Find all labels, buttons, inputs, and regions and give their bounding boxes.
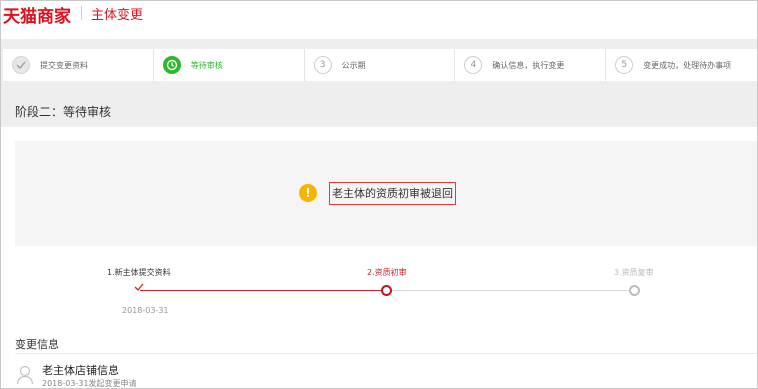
stage-title: 阶段二：等待审核 xyxy=(15,105,112,119)
tmall-logo[interactable]: 天猫商家 xyxy=(3,2,71,27)
step-label: 确认信息，执行变更 xyxy=(492,60,565,70)
notice-text: 老主体的资质初审被退回 xyxy=(329,182,456,205)
progress-check-icon xyxy=(134,283,144,294)
progress-node-pending xyxy=(629,285,640,296)
step-bar: 提交变更资料 等待审核 3 公示期 4 确认信息，执行变更 5 变更成功，处理待… xyxy=(3,49,757,81)
section-divider xyxy=(15,353,757,354)
store-name[interactable]: 老主体店铺信息 xyxy=(42,362,119,378)
step-number: 3 xyxy=(313,56,332,74)
progress-node-active xyxy=(381,285,392,296)
user-icon xyxy=(16,365,34,385)
step-success: 5 变更成功，处理待办事项 xyxy=(606,49,757,81)
step-confirm: 4 确认信息，执行变更 xyxy=(455,49,607,81)
section-title: 变更信息 xyxy=(15,338,59,351)
progress-label-initial-review: 2.资质初审 xyxy=(367,268,407,277)
header: 天猫商家 主体变更 xyxy=(1,1,757,39)
page-frame: 天猫商家 主体变更 提交变更资料 等待审核 3 公示期 4 确认信息，执行变更 … xyxy=(0,0,758,389)
step-review: 等待审核 xyxy=(154,49,305,81)
warning-icon: ! xyxy=(299,184,317,202)
step-label: 等待审核 xyxy=(190,60,223,70)
clock-icon xyxy=(162,56,181,74)
step-publicity: 3 公示期 xyxy=(305,49,456,81)
progress-date: 2018-03-31 xyxy=(122,306,169,315)
progress-label-submit: 1.新主体提交资料 xyxy=(107,268,171,277)
step-label: 公示期 xyxy=(341,60,366,70)
step-submit: 提交变更资料 xyxy=(3,49,154,81)
progress-line-completed xyxy=(140,290,386,291)
store-subtitle: 2018-03-31发起变更申请 xyxy=(42,379,137,388)
progress-label-final-review: 3.资质复审 xyxy=(614,268,654,277)
header-divider xyxy=(81,6,82,20)
check-icon xyxy=(12,56,30,74)
progress-line-pending xyxy=(386,290,634,291)
page-title: 主体变更 xyxy=(91,8,144,23)
step-number: 5 xyxy=(615,56,634,74)
step-label: 提交变更资料 xyxy=(40,60,88,70)
step-label: 变更成功，处理待办事项 xyxy=(643,60,732,70)
stage-header-background xyxy=(1,101,757,127)
step-number: 4 xyxy=(464,56,483,74)
